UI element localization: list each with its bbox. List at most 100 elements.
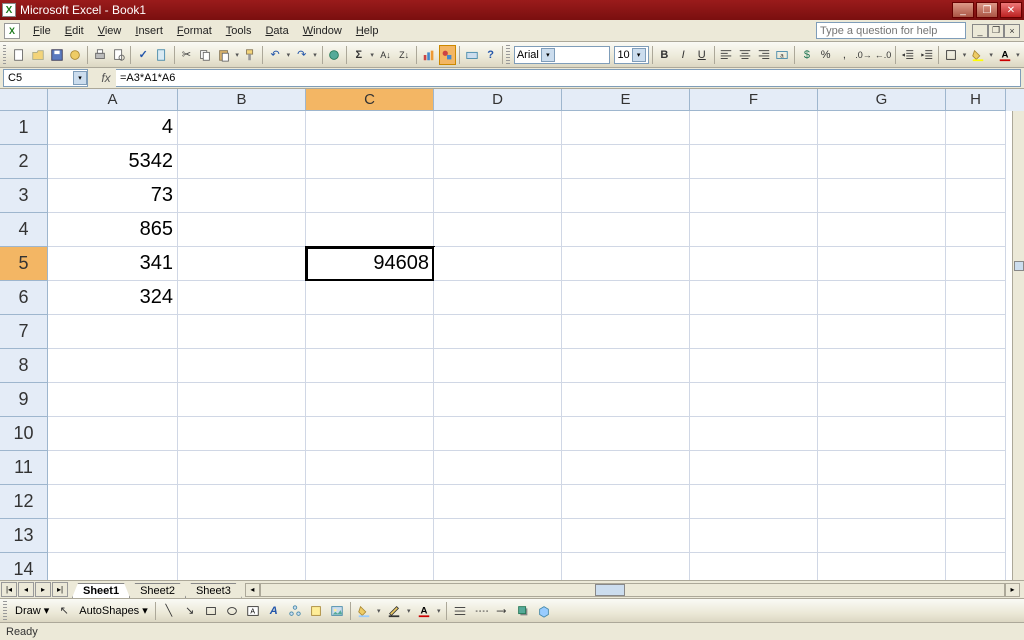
column-header-F[interactable]: F (690, 89, 818, 111)
cell-H10[interactable] (946, 417, 1006, 451)
column-header-E[interactable]: E (562, 89, 690, 111)
menu-insert[interactable]: Insert (128, 23, 170, 39)
cell-A11[interactable] (48, 451, 178, 485)
cell-D9[interactable] (434, 383, 562, 417)
cell-C14[interactable] (306, 553, 434, 580)
merge-center-icon[interactable]: a (774, 45, 792, 65)
clipart-icon[interactable] (306, 601, 326, 621)
cell-G11[interactable] (818, 451, 946, 485)
align-center-icon[interactable] (736, 45, 754, 65)
cell-A12[interactable] (48, 485, 178, 519)
cell-E3[interactable] (562, 179, 690, 213)
cell-D13[interactable] (434, 519, 562, 553)
chevron-down-icon[interactable]: ▾ (541, 48, 555, 62)
cell-E13[interactable] (562, 519, 690, 553)
scroll-left-button[interactable]: ◂ (245, 583, 260, 597)
help-icon[interactable]: ? (482, 45, 500, 65)
menu-tools[interactable]: Tools (219, 23, 259, 39)
wordart-icon[interactable]: A (264, 601, 284, 621)
menu-help[interactable]: Help (349, 23, 386, 39)
cell-H5[interactable] (946, 247, 1006, 281)
row-header-10[interactable]: 10 (0, 417, 48, 451)
row-header-2[interactable]: 2 (0, 145, 48, 179)
row-header-5[interactable]: 5 (0, 247, 48, 281)
font-color-dropdown[interactable]: ▾ (1014, 45, 1021, 65)
cell-F9[interactable] (690, 383, 818, 417)
drawing-toggle-icon[interactable] (439, 45, 457, 65)
print-preview-icon[interactable] (110, 45, 128, 65)
menu-view[interactable]: View (91, 23, 129, 39)
autoshapes-menu[interactable]: AutoShapes ▾ (75, 604, 152, 617)
fill-color-icon[interactable] (969, 45, 987, 65)
row-header-9[interactable]: 9 (0, 383, 48, 417)
cell-E9[interactable] (562, 383, 690, 417)
cell-H7[interactable] (946, 315, 1006, 349)
permission-icon[interactable] (67, 45, 85, 65)
column-header-C[interactable]: C (306, 89, 434, 111)
column-header-G[interactable]: G (818, 89, 946, 111)
cell-D2[interactable] (434, 145, 562, 179)
chart-wizard-icon[interactable] (420, 45, 438, 65)
cell-E11[interactable] (562, 451, 690, 485)
oval-icon[interactable] (222, 601, 242, 621)
line-icon[interactable]: ╲ (159, 601, 179, 621)
cell-F7[interactable] (690, 315, 818, 349)
cell-H2[interactable] (946, 145, 1006, 179)
cell-D5[interactable] (434, 247, 562, 281)
print-icon[interactable] (91, 45, 109, 65)
toolbar-grip[interactable] (3, 45, 6, 65)
cell-F3[interactable] (690, 179, 818, 213)
underline-button[interactable]: U (693, 45, 711, 65)
menu-file[interactable]: File (26, 23, 58, 39)
cell-G2[interactable] (818, 145, 946, 179)
currency-icon[interactable]: $ (798, 45, 816, 65)
cell-G6[interactable] (818, 281, 946, 315)
redo-icon[interactable]: ↷ (293, 45, 311, 65)
cell-C9[interactable] (306, 383, 434, 417)
cell-C13[interactable] (306, 519, 434, 553)
select-all-corner[interactable] (0, 89, 48, 111)
cell-D11[interactable] (434, 451, 562, 485)
row-header-1[interactable]: 1 (0, 111, 48, 145)
cell-B11[interactable] (178, 451, 306, 485)
format-painter-icon[interactable] (242, 45, 260, 65)
cell-C6[interactable] (306, 281, 434, 315)
bold-button[interactable]: B (656, 45, 674, 65)
cell-A3[interactable]: 73 (48, 179, 178, 213)
fill-color-dropdown[interactable]: ▾ (988, 45, 995, 65)
dropdown[interactable]: ▾ (405, 601, 413, 621)
row-header-13[interactable]: 13 (0, 519, 48, 553)
cell-G4[interactable] (818, 213, 946, 247)
doc-minimize-button[interactable]: _ (972, 24, 988, 38)
cell-A2[interactable]: 5342 (48, 145, 178, 179)
cell-C7[interactable] (306, 315, 434, 349)
cell-B2[interactable] (178, 145, 306, 179)
spelling-icon[interactable]: ✓ (134, 45, 152, 65)
cell-E2[interactable] (562, 145, 690, 179)
diagram-icon[interactable] (285, 601, 305, 621)
hyperlink-icon[interactable] (325, 45, 343, 65)
sort-desc-icon[interactable]: Z↓ (395, 45, 413, 65)
cell-F6[interactable] (690, 281, 818, 315)
cell-G8[interactable] (818, 349, 946, 383)
arrow-icon[interactable]: ↘ (180, 601, 200, 621)
row-header-4[interactable]: 4 (0, 213, 48, 247)
cell-F11[interactable] (690, 451, 818, 485)
rectangle-icon[interactable] (201, 601, 221, 621)
row-header-8[interactable]: 8 (0, 349, 48, 383)
cell-B12[interactable] (178, 485, 306, 519)
cell-H6[interactable] (946, 281, 1006, 315)
italic-button[interactable]: I (674, 45, 692, 65)
increase-decimal-icon[interactable]: .0→ (854, 45, 873, 65)
row-header-3[interactable]: 3 (0, 179, 48, 213)
cell-B6[interactable] (178, 281, 306, 315)
comma-icon[interactable]: , (836, 45, 854, 65)
cell-G9[interactable] (818, 383, 946, 417)
cell-F12[interactable] (690, 485, 818, 519)
chevron-down-icon[interactable]: ▾ (73, 71, 87, 85)
arrow-style-icon[interactable] (492, 601, 512, 621)
cell-B10[interactable] (178, 417, 306, 451)
cell-G14[interactable] (818, 553, 946, 580)
cell-A7[interactable] (48, 315, 178, 349)
cell-F1[interactable] (690, 111, 818, 145)
